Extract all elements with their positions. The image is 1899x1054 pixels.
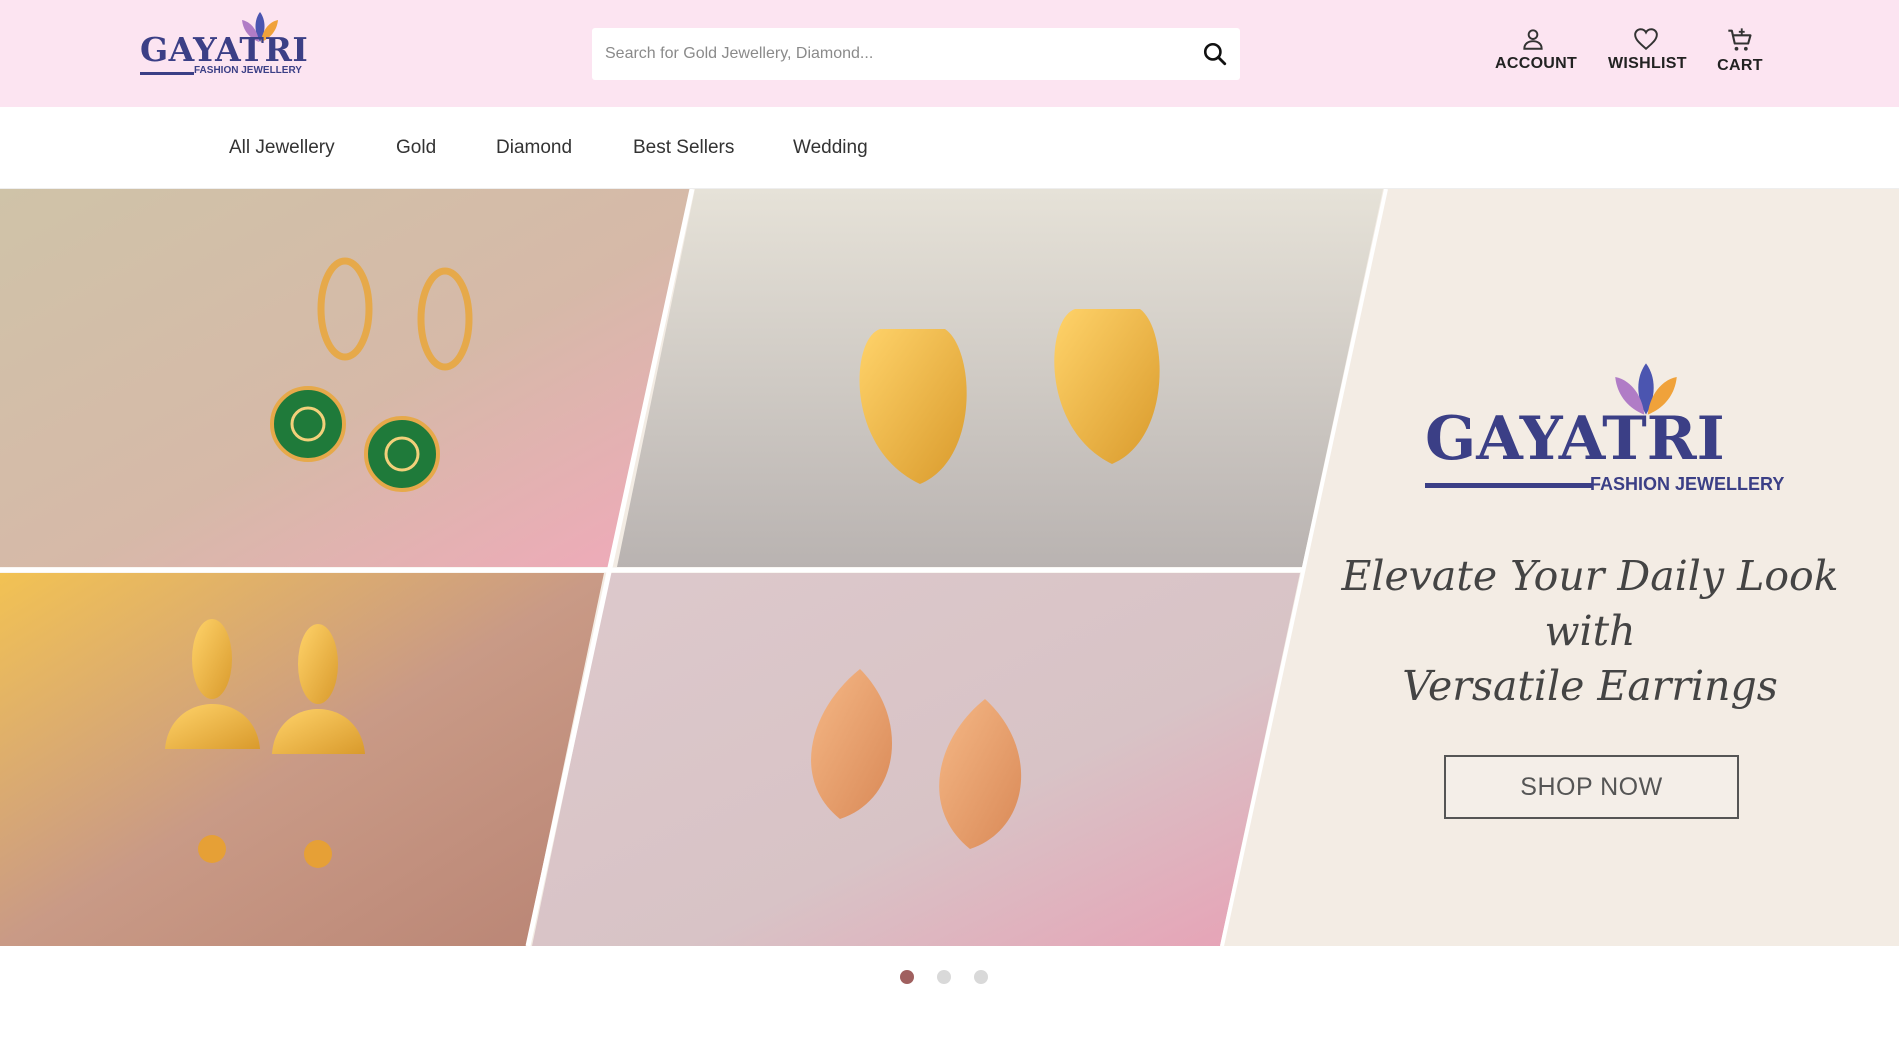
- hero-brand-logo: GAYATRI FASHION JEWELLERY: [1420, 359, 1800, 499]
- site-header: GAYATRI FASHION JEWELLERY ACCOUNT WISHLI…: [0, 0, 1899, 107]
- hero-headline: Elevate Your Daily Look with Versatile E…: [1310, 549, 1870, 714]
- hero-brand-underline: [1425, 483, 1593, 488]
- logo-tagline: FASHION JEWELLERY: [194, 65, 302, 76]
- hero-brand-tagline: FASHION JEWELLERY: [1590, 474, 1785, 494]
- hero-brand-wordmark: GAYATRI: [1425, 404, 1725, 474]
- nav-item-all-jewellery[interactable]: All Jewellery: [229, 137, 335, 159]
- account-button[interactable]: ACCOUNT: [1495, 26, 1578, 73]
- search-icon[interactable]: [1202, 41, 1228, 67]
- nav-item-gold[interactable]: Gold: [396, 137, 436, 159]
- search-bar: [592, 28, 1240, 80]
- nav-item-best-sellers[interactable]: Best Sellers: [633, 137, 734, 159]
- cart-label: CART: [1717, 57, 1763, 74]
- carousel-dot-1[interactable]: [900, 970, 914, 984]
- hero-headline-line1: Elevate Your Daily Look with: [1341, 552, 1839, 655]
- user-icon: [1523, 29, 1543, 50]
- hero-banner[interactable]: GAYATRI FASHION JEWELLERY Elevate Your D…: [0, 189, 1899, 946]
- heart-icon: [1634, 28, 1658, 51]
- logo-wordmark: GAYATRI: [140, 30, 309, 69]
- wishlist-label: WISHLIST: [1608, 55, 1687, 72]
- carousel-dots: [900, 970, 1000, 986]
- brand-logo[interactable]: GAYATRI FASHION JEWELLERY: [140, 10, 340, 80]
- nav-item-diamond[interactable]: Diamond: [496, 137, 572, 159]
- carousel-dot-3[interactable]: [974, 970, 988, 984]
- shop-now-button[interactable]: SHOP NOW: [1444, 755, 1739, 819]
- search-input[interactable]: [592, 28, 1182, 80]
- account-label: ACCOUNT: [1495, 55, 1578, 72]
- cart-icon: [1728, 28, 1752, 51]
- carousel-dot-2[interactable]: [937, 970, 951, 984]
- wishlist-button[interactable]: WISHLIST: [1608, 26, 1687, 73]
- main-nav: All Jewellery Gold Diamond Best Sellers …: [0, 107, 1899, 189]
- logo-underline: [140, 72, 194, 75]
- nav-item-wedding[interactable]: Wedding: [793, 137, 868, 159]
- hero-headline-line2: Versatile Earrings: [1402, 662, 1778, 710]
- cart-button[interactable]: CART: [1712, 26, 1768, 75]
